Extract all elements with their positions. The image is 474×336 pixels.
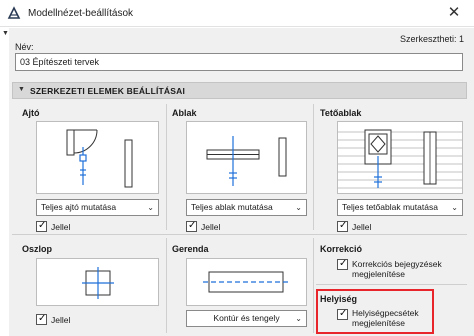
correction-checkbox-label-line2: megjelenítése — [352, 269, 405, 279]
beam-plan-icon — [203, 271, 289, 293]
row-separator — [316, 284, 467, 285]
correction-label: Korrekció — [320, 244, 363, 254]
section-title: SZERKEZETI ELEMEK BEÁLLÍTÁSAI — [30, 86, 186, 96]
window-title: Modellnézet-beállítások — [28, 8, 134, 19]
skylight-checkbox-label: Jellel — [352, 222, 372, 232]
window-dropdown-value: Teljes ablak mutatása — [191, 202, 273, 212]
column-separator — [166, 104, 167, 230]
skylight-marker-checkbox[interactable] — [337, 220, 348, 232]
section-header[interactable]: ▼ SZERKEZETI ELEMEK BEÁLLÍTÁSAI — [12, 82, 467, 99]
column-marker-checkbox[interactable] — [36, 313, 47, 325]
beam-label: Gerenda — [172, 244, 209, 254]
door-preview — [36, 121, 159, 194]
caret-down-icon: ▼ — [2, 30, 9, 37]
beam-dropdown-value: Kontúr és tengely — [213, 313, 280, 323]
window-label: Ablak — [172, 108, 197, 118]
beam-display-dropdown[interactable]: Kontúr és tengely ⌄ — [186, 310, 307, 327]
door-label: Ajtó — [22, 108, 40, 118]
door-checkbox-label: Jellel — [51, 222, 71, 232]
skylight-label: Tetőablak — [320, 108, 362, 118]
door-display-dropdown[interactable]: Teljes ajtó mutatása ⌄ — [36, 199, 159, 216]
editors-count: Szerkesztheti: 1 — [399, 34, 464, 44]
row-separator — [12, 234, 467, 235]
window-plan-icon — [206, 136, 287, 186]
window-marker-checkbox[interactable] — [186, 220, 197, 232]
correction-checkbox[interactable] — [337, 258, 348, 270]
skylight-dropdown-value: Teljes tetőablak mutatása — [342, 202, 438, 212]
window-display-dropdown[interactable]: Teljes ablak mutatása ⌄ — [186, 199, 307, 216]
chevron-down-icon: ⌄ — [295, 203, 302, 212]
window-checkbox-label: Jellel — [201, 222, 221, 232]
window-preview — [186, 121, 307, 194]
door-plan-icon — [66, 129, 133, 188]
skylight-preview — [337, 121, 463, 194]
name-input[interactable]: 03 Építészeti tervek — [15, 53, 463, 71]
name-label: Név: — [15, 42, 34, 52]
skylight-display-dropdown[interactable]: Teljes tetőablak mutatása ⌄ — [337, 199, 463, 216]
door-marker-checkbox[interactable] — [36, 220, 47, 232]
column-plan-icon — [82, 267, 114, 299]
beam-preview — [186, 258, 307, 306]
column-separator — [166, 238, 167, 333]
title-bar: Modellnézet-beállítások ✕ — [0, 0, 474, 27]
zone-highlight-box — [316, 289, 434, 334]
column-label: Oszlop — [22, 244, 53, 254]
collapse-triangle-icon: ▼ — [18, 86, 25, 93]
column-separator — [313, 104, 314, 230]
door-dropdown-value: Teljes ajtó mutatása — [41, 202, 117, 212]
close-icon[interactable]: ✕ — [441, 3, 467, 24]
archicad-app-icon — [7, 6, 21, 20]
correction-checkbox-label-line1: Korrekciós bejegyzések — [352, 259, 442, 269]
chevron-down-icon: ⌄ — [147, 203, 154, 212]
column-preview — [36, 258, 159, 306]
chevron-down-icon: ⌄ — [451, 203, 458, 212]
chevron-down-icon: ⌄ — [295, 314, 302, 323]
column-checkbox-label: Jellel — [51, 315, 71, 325]
skylight-plan-icon — [338, 129, 462, 189]
column-separator — [313, 238, 314, 333]
